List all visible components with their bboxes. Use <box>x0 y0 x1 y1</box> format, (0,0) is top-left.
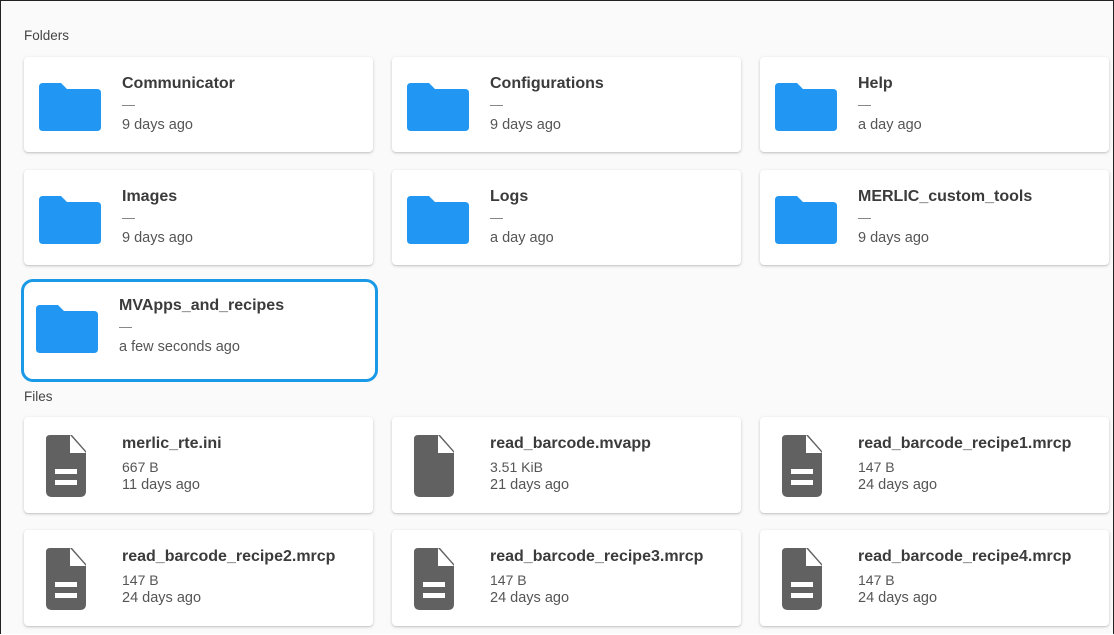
folder-name: MVApps_and_recipes <box>119 297 285 314</box>
text-file-icon <box>414 548 454 610</box>
file-modified: 21 days ago <box>490 477 570 493</box>
folder-icon <box>39 196 101 244</box>
text-file-icon <box>46 435 86 497</box>
file-modified: 24 days ago <box>858 477 938 493</box>
file-name: read_barcode_recipe4.mrcp <box>858 548 1072 565</box>
text-file-icon <box>782 548 822 610</box>
file-modified: 24 days ago <box>858 590 938 606</box>
folder-name: Logs <box>490 188 529 205</box>
file-modified: 24 days ago <box>122 590 202 606</box>
folder-name: Images <box>122 188 178 205</box>
file-card[interactable]: read_barcode_recipe3.mrcp 147 B 24 days … <box>392 530 741 626</box>
folder-name: Configurations <box>490 75 604 92</box>
folder-icon <box>407 83 469 131</box>
folder-name: Help <box>858 75 893 92</box>
file-name: read_barcode_recipe3.mrcp <box>490 548 704 565</box>
file-size: 3.51 KiB <box>490 459 543 475</box>
files-section-label: Files <box>24 389 53 404</box>
folder-card[interactable]: Logs — a day ago <box>392 170 741 265</box>
folder-modified: 9 days ago <box>858 230 929 246</box>
file-card[interactable]: read_barcode_recipe2.mrcp 147 B 24 days … <box>24 530 373 626</box>
folder-card[interactable]: Images — 9 days ago <box>24 170 373 265</box>
folder-icon <box>36 305 98 353</box>
file-size: 147 B <box>858 572 895 588</box>
file-size: 147 B <box>858 459 895 475</box>
folder-size-placeholder: — <box>858 97 871 112</box>
folder-card[interactable]: MERLIC_custom_tools — 9 days ago <box>760 170 1109 265</box>
file-card[interactable]: read_barcode_recipe4.mrcp 147 B 24 days … <box>760 530 1109 626</box>
file-card[interactable]: merlic_rte.ini 667 B 11 days ago <box>24 417 373 513</box>
file-modified: 11 days ago <box>122 477 200 493</box>
file-name: read_barcode_recipe1.mrcp <box>858 435 1072 452</box>
file-name: read_barcode_recipe2.mrcp <box>122 548 336 565</box>
folder-modified: a few seconds ago <box>119 339 240 355</box>
file-name: merlic_rte.ini <box>122 435 222 452</box>
folder-size-placeholder: — <box>122 97 135 112</box>
file-browser: Folders Communicator — 9 days ago Config… <box>0 0 1114 634</box>
folder-card[interactable]: Communicator — 9 days ago <box>24 57 373 152</box>
file-size: 147 B <box>490 572 527 588</box>
folder-size-placeholder: — <box>119 319 132 334</box>
file-name: read_barcode.mvapp <box>490 435 651 452</box>
folder-icon <box>775 83 837 131</box>
folder-name: Communicator <box>122 75 235 92</box>
text-file-icon <box>46 548 86 610</box>
folder-modified: 9 days ago <box>122 230 193 246</box>
folder-icon <box>39 83 101 131</box>
folder-card[interactable]: Help — a day ago <box>760 57 1109 152</box>
folder-modified: 9 days ago <box>490 117 561 133</box>
text-file-icon <box>782 435 822 497</box>
folder-modified: a day ago <box>858 117 922 133</box>
folder-name: MERLIC_custom_tools <box>858 188 1033 205</box>
folders-section-label: Folders <box>24 28 70 43</box>
folder-icon <box>775 196 837 244</box>
folder-modified: a day ago <box>490 230 554 246</box>
file-card[interactable]: read_barcode_recipe1.mrcp 147 B 24 days … <box>760 417 1109 513</box>
file-card[interactable]: read_barcode.mvapp 3.51 KiB 21 days ago <box>392 417 741 513</box>
file-size: 667 B <box>122 459 159 475</box>
folder-size-placeholder: — <box>858 210 871 225</box>
folder-size-placeholder: — <box>490 210 503 225</box>
folder-modified: 9 days ago <box>122 117 193 133</box>
blank-file-icon <box>414 435 454 497</box>
folder-card-selected[interactable]: MVApps_and_recipes — a few seconds ago <box>21 279 378 382</box>
folder-size-placeholder: — <box>490 97 503 112</box>
file-modified: 24 days ago <box>490 590 570 606</box>
folder-card[interactable]: Configurations — 9 days ago <box>392 57 741 152</box>
folder-size-placeholder: — <box>122 210 135 225</box>
file-size: 147 B <box>122 572 159 588</box>
folder-icon <box>407 196 469 244</box>
